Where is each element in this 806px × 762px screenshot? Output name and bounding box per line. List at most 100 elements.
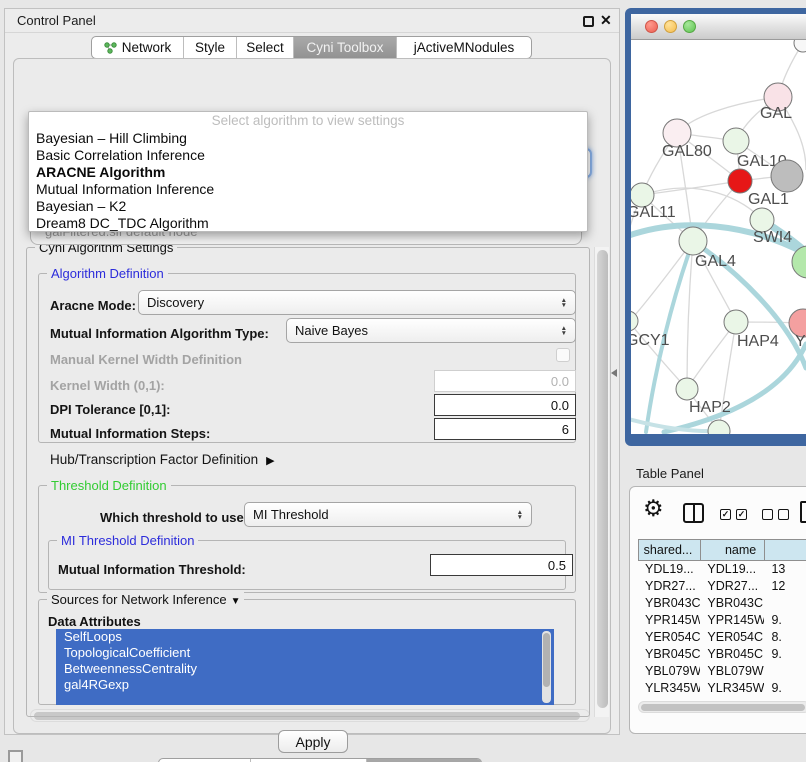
network-node-label: GAL — [760, 105, 792, 122]
table-cell: YBL079W — [700, 663, 764, 680]
network-node-gal4[interactable] — [679, 227, 707, 255]
mi-steps-field[interactable] — [434, 418, 576, 440]
attributes-list-scrollbar[interactable] — [542, 631, 551, 703]
close-traffic-light-icon[interactable] — [645, 20, 658, 33]
grid-corner-icon[interactable] — [8, 750, 23, 762]
network-node[interactable] — [771, 160, 803, 192]
table-cell: YER054C — [638, 629, 700, 646]
scrollbar-thumb[interactable] — [597, 250, 608, 708]
control-panel-titlebar: Control Panel ✕ — [5, 9, 619, 33]
aracne-mode-combobox[interactable]: Discovery ▲▼ — [138, 290, 576, 315]
close-icon[interactable]: ✕ — [600, 12, 612, 29]
scrollbar-thumb[interactable] — [543, 633, 550, 687]
hub-definition-expander[interactable]: Hub/Transcription Factor Definition▶ — [50, 452, 275, 467]
network-node-gcy1[interactable] — [631, 311, 638, 331]
minimize-traffic-light-icon[interactable] — [664, 20, 677, 33]
data-attribute-item[interactable]: gal4RGexp — [56, 677, 554, 693]
algorithm-option[interactable]: Bayesian – K2 — [29, 198, 587, 215]
table-row[interactable]: YBR045CYBR045C9. — [638, 646, 806, 663]
network-node-hap2[interactable] — [676, 378, 698, 400]
table-row[interactable]: YER054CYER054C8. — [638, 629, 806, 646]
tab-network-label: Network — [122, 40, 172, 55]
network-node-gal1[interactable] — [728, 169, 752, 193]
table-column-header[interactable]: name — [700, 539, 764, 561]
tab-select-label: Select — [246, 40, 284, 55]
float-window-icon[interactable] — [583, 16, 594, 27]
data-attribute-item[interactable]: SelfLoops — [56, 629, 554, 645]
table-cell: YDR27... — [700, 578, 764, 595]
manual-kernel-checkbox[interactable] — [556, 348, 570, 362]
algorithm-option[interactable]: Basic Correlation Inference — [29, 147, 587, 164]
data-attribute-item[interactable]: TopologicalCoefficient — [56, 645, 554, 661]
algorithm-option[interactable]: ARACNE Algorithm — [29, 164, 587, 181]
node-table: shared...name YDL19...YDL19...13YDR27...… — [638, 539, 806, 700]
table-row[interactable]: YIL052CYIL052C9. — [638, 697, 806, 700]
apply-button[interactable]: Apply — [278, 730, 348, 753]
mi-type-label: Mutual Information Algorithm Type: — [50, 326, 269, 341]
mi-type-value: Naive Bayes — [295, 323, 368, 338]
stepper-arrows-icon: ▲▼ — [511, 510, 523, 520]
select-all-checkbox-icon[interactable]: ✓ — [720, 509, 731, 520]
table-cell: 12 — [764, 578, 806, 595]
table-row[interactable]: YBR043CYBR043C — [638, 595, 806, 612]
network-node-gal10[interactable] — [723, 128, 749, 154]
table-column-header[interactable] — [764, 539, 806, 561]
table-row[interactable]: YDL19...YDL19...13 — [638, 561, 806, 578]
table-header-row: shared...name — [638, 539, 806, 561]
gear-icon[interactable]: ⚙ — [643, 495, 664, 522]
network-view-window: GALGAL80GAL10GAL1GAL11SWI4GAL4GCY1HAP4YH… — [625, 8, 806, 446]
kernel-width-field[interactable] — [434, 370, 576, 392]
table-row[interactable]: YDR27...YDR27...12 — [638, 578, 806, 595]
algorithm-option[interactable]: Bayesian – Hill Climbing — [29, 130, 587, 147]
dpi-tolerance-label: DPI Tolerance [0,1]: — [50, 402, 170, 417]
which-threshold-combobox[interactable]: MI Threshold ▲▼ — [244, 502, 532, 527]
manual-kernel-label: Manual Kernel Width Definition — [50, 352, 242, 367]
data-attribute-item[interactable]: BetweennessCentrality — [56, 661, 554, 677]
threshold-definition-legend: Threshold Definition — [47, 478, 171, 493]
table-cell: YDR27... — [638, 578, 700, 595]
tab-jactivemnodules[interactable]: jActiveMNodules — [397, 37, 531, 58]
dpi-tolerance-field[interactable] — [434, 394, 576, 416]
table-cell: YBR045C — [638, 646, 700, 663]
table-cell: 13 — [764, 561, 806, 578]
network-node-label: GAL4 — [695, 253, 736, 270]
tab-network[interactable]: Network — [92, 37, 184, 58]
zoom-traffic-light-icon[interactable] — [683, 20, 696, 33]
select-all-checkbox-icon[interactable]: ✓ — [736, 509, 747, 520]
deselect-all-checkbox-icon[interactable] — [778, 509, 789, 520]
scrollbar-thumb[interactable] — [641, 704, 805, 711]
settings-vertical-scrollbar[interactable] — [594, 247, 609, 717]
stepper-arrows-icon: ▲▼ — [555, 298, 567, 308]
network-window-titlebar[interactable] — [631, 14, 806, 40]
deselect-all-checkbox-icon[interactable] — [762, 509, 773, 520]
mi-threshold-field[interactable] — [430, 554, 573, 576]
control-panel-title: Control Panel — [17, 13, 96, 28]
data-attributes-list[interactable]: SelfLoopsTopologicalCoefficientBetweenne… — [56, 629, 554, 705]
table-column-header[interactable]: shared... — [638, 539, 700, 561]
columns-icon[interactable] — [683, 503, 704, 523]
sources-legend[interactable]: Sources for Network Inference▼ — [47, 592, 244, 607]
network-canvas[interactable]: GALGAL80GAL10GAL1GAL11SWI4GAL4GCY1HAP4YH… — [631, 40, 806, 434]
tab-cyni-toolbox[interactable]: Cyni Toolbox — [294, 37, 397, 58]
control-panel-tabbar: Network Style Select Cyni Toolbox jActiv… — [91, 36, 532, 59]
tab-style[interactable]: Style — [184, 37, 237, 58]
algorithm-option[interactable]: Mutual Information Inference — [29, 181, 587, 198]
panel-splitter-collapse-icon[interactable] — [611, 369, 617, 377]
control-panel-window: Control Panel ✕ Network Style Select — [4, 8, 620, 735]
tab-style-label: Style — [195, 40, 225, 55]
mi-type-combobox[interactable]: Naive Bayes ▲▼ — [286, 318, 576, 343]
tab-select[interactable]: Select — [237, 37, 294, 58]
collapse-arrow-icon: ▼ — [231, 596, 241, 607]
table-row[interactable]: YLR345WYLR345W9. — [638, 680, 806, 697]
stepper-arrows-icon: ▲▼ — [555, 326, 567, 336]
table-cell: YER054C — [700, 629, 764, 646]
table-row[interactable]: YPR145WYPR145W9. — [638, 612, 806, 629]
table-cell: 9. — [764, 612, 806, 629]
table-cell: YIL052C — [638, 697, 700, 700]
document-icon[interactable] — [800, 501, 806, 523]
network-node[interactable] — [794, 40, 806, 52]
network-node-hap4[interactable] — [724, 310, 748, 334]
table-row[interactable]: YBL079WYBL079W — [638, 663, 806, 680]
table-horizontal-scrollbar[interactable] — [638, 701, 806, 713]
algorithm-option[interactable]: Dream8 DC_TDC Algorithm — [29, 215, 587, 232]
